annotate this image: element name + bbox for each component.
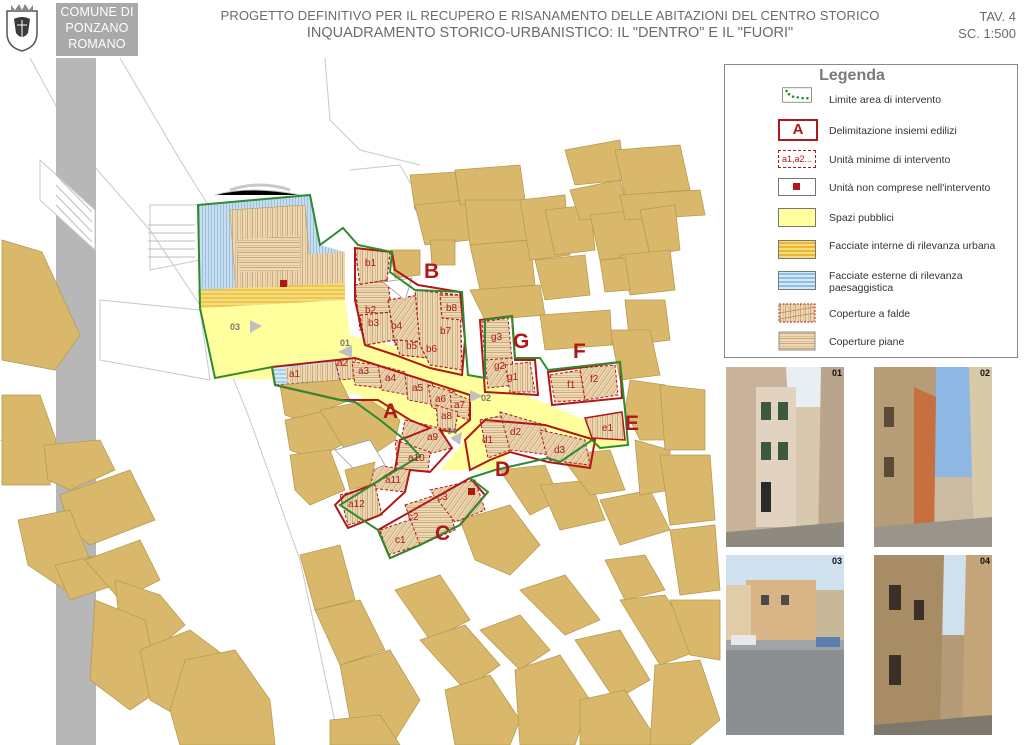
- unit-label: e1: [602, 423, 614, 434]
- unit-label: c1: [395, 535, 406, 546]
- unit-label: b4: [391, 321, 403, 332]
- unit-label: a6: [435, 394, 447, 405]
- legend-symbol-block: A: [792, 121, 804, 138]
- legend-item-non-comprese: Unità non comprese nell'intervento: [829, 182, 991, 194]
- outer-facade-swatch-icon: [778, 271, 816, 290]
- pitched-roof-swatch-icon: [778, 303, 816, 323]
- svg-text:03: 03: [230, 322, 240, 332]
- unit-label: d1: [482, 435, 494, 446]
- legend-item-coperture-falde: Coperture a falde: [829, 308, 911, 320]
- unit-label: a10: [408, 453, 425, 464]
- legend: Legenda Limite area di intervento A Deli…: [724, 64, 1018, 358]
- street-photo-02: [874, 367, 992, 547]
- legend-symbol-unit: a1,a2...: [781, 154, 813, 164]
- block-label-c: C: [435, 522, 451, 545]
- unit-label: a8: [441, 411, 453, 422]
- unit-label: b7: [440, 326, 452, 337]
- unit-label: a5: [412, 383, 424, 394]
- unit-label: a2: [337, 358, 349, 369]
- unit-label: b6: [426, 344, 438, 355]
- unit-label: a1: [289, 369, 301, 380]
- svg-text:02: 02: [481, 393, 491, 403]
- public-space-swatch-icon: [778, 208, 816, 227]
- unit-label: a7: [454, 400, 466, 411]
- municipality-line-1: COMUNE DI: [60, 5, 134, 19]
- block-label-e: E: [625, 412, 640, 435]
- photo-number: 04: [979, 556, 990, 566]
- photo-02: 02: [874, 367, 992, 547]
- boundary-swatch-icon: [782, 87, 812, 103]
- flat-roof-swatch-icon: [778, 331, 816, 351]
- unit-label: g1: [507, 372, 519, 383]
- header: COMUNE DI PONZANO ROMANO PROGETTO DEFINI…: [0, 0, 1024, 58]
- legend-item-unita: Unità minime di intervento: [829, 154, 951, 166]
- unit-label: b2: [365, 305, 377, 316]
- unit-label: f1: [567, 380, 576, 391]
- block-label-d: D: [495, 458, 511, 481]
- municipality-badge: COMUNE DI PONZANO ROMANO: [56, 3, 138, 56]
- unit-label: c2: [408, 512, 419, 523]
- legend-item-facciate-esterne: Facciate esterne di rilevanza paesaggist…: [829, 270, 963, 294]
- photo-03: 03: [726, 555, 844, 735]
- municipality-line-3: ROMANO: [68, 37, 126, 51]
- unit-label: b1: [365, 258, 377, 269]
- block-label-b: B: [424, 260, 440, 283]
- unit-label: g2: [494, 361, 506, 372]
- legend-item-spazi: Spazi pubblici: [829, 212, 894, 224]
- legend-item-coperture-piane: Coperture piane: [829, 336, 905, 348]
- project-title: PROGETTO DEFINITIVO PER IL RECUPERO E RI…: [220, 8, 880, 23]
- block-label-a: A: [383, 400, 399, 423]
- block-label-f: F: [573, 340, 586, 363]
- municipality-line-2: PONZANO: [65, 21, 129, 35]
- block-swatch-icon: A: [778, 119, 818, 141]
- unit-label: b5: [406, 341, 418, 352]
- legend-item-limite: Limite area di intervento: [829, 94, 942, 106]
- unit-label: d3: [554, 445, 566, 456]
- unit-label: f2: [590, 374, 599, 385]
- sheet-info: TAV. 4 SC. 1:500: [958, 8, 1016, 42]
- photo-01: 01: [726, 367, 844, 547]
- legend-title: Legenda: [819, 67, 885, 84]
- legend-item-insiemi: Delimitazione insiemi edilizi: [829, 125, 957, 137]
- block-g: [478, 314, 540, 397]
- photo-04: 04: [874, 555, 992, 735]
- sheet-scale: SC. 1:500: [958, 26, 1016, 41]
- block-label-g: G: [513, 330, 530, 353]
- unit-label: a9: [427, 432, 439, 443]
- street-photo-01: [726, 367, 844, 547]
- unit-label: a11: [385, 475, 401, 486]
- coat-of-arms-icon: [6, 4, 38, 52]
- sheet-number: TAV. 4: [979, 9, 1016, 24]
- legend-item-facciate-interne: Facciate interne di rilevanza urbana: [829, 240, 996, 252]
- street-photo-04: [874, 555, 992, 735]
- excluded-swatch-icon: [778, 178, 816, 196]
- sheet-title: INQUADRAMENTO STORICO-URBANISTICO: IL "D…: [306, 25, 794, 41]
- square-photo-03: [726, 555, 844, 735]
- unit-label: g3: [491, 332, 503, 343]
- unit-label: c3: [437, 492, 448, 503]
- unit-label: b8: [446, 303, 458, 314]
- photo-number: 03: [831, 556, 842, 566]
- unit-swatch-icon: a1,a2...: [778, 150, 816, 168]
- inner-facade-swatch-icon: [778, 240, 816, 259]
- unit-label: b3: [368, 318, 380, 329]
- main-road: [56, 58, 96, 745]
- unit-label: a12: [348, 499, 365, 510]
- title-block: PROGETTO DEFINITIVO PER IL RECUPERO E RI…: [190, 8, 910, 41]
- unit-label: d2: [510, 427, 522, 438]
- photo-number: 01: [831, 368, 842, 378]
- svg-text:01: 01: [340, 338, 350, 348]
- unit-label: a3: [358, 366, 370, 377]
- photo-number: 02: [979, 368, 990, 378]
- unit-label: a4: [385, 373, 397, 384]
- svg-text:04: 04: [447, 426, 457, 436]
